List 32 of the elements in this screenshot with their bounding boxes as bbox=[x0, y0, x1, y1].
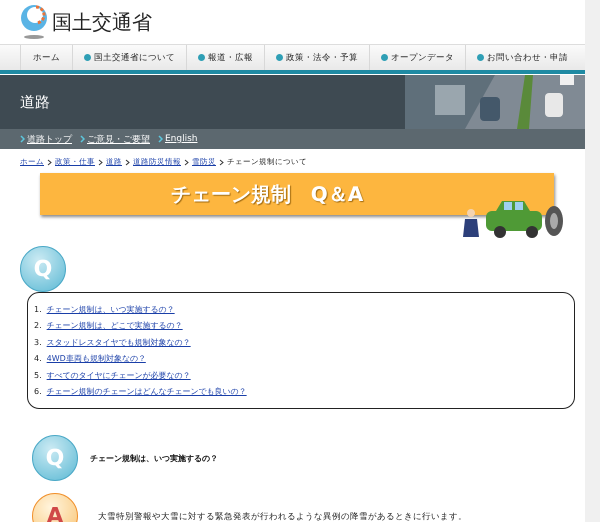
question-link[interactable]: チェーン規制は、どこで実施するの？ bbox=[46, 320, 183, 332]
separator-icon bbox=[219, 158, 224, 166]
question-link[interactable]: スタッドレスタイヤでも規制対象なの？ bbox=[46, 336, 191, 348]
list-number: 6. bbox=[34, 387, 42, 396]
chevron-icon bbox=[158, 135, 163, 143]
list-number: 1. bbox=[34, 304, 42, 314]
question-badge: Q bbox=[32, 435, 78, 481]
question-link[interactable]: チェーン規制のチェーンはどんなチェーンでも良いの？ bbox=[46, 386, 247, 398]
banner-title: チェーン規制 Q＆A bbox=[170, 180, 364, 208]
question-badge: Q bbox=[20, 246, 66, 292]
list-number: 5. bbox=[34, 370, 42, 380]
chevron-icon bbox=[80, 135, 85, 143]
separator-icon bbox=[125, 158, 130, 166]
separator-icon bbox=[184, 158, 189, 166]
answer-text: 大雪特別警報や大雪に対する緊急発表が行われるような異例の降雪があるときに行います。 bbox=[97, 511, 467, 522]
logo-icon bbox=[20, 4, 48, 40]
question-text: チェーン規制は、いつ実施するの？ bbox=[90, 452, 218, 464]
scrollbar[interactable] bbox=[585, 0, 600, 522]
list-number: 3. bbox=[34, 338, 42, 347]
section-title: 道路 bbox=[20, 92, 50, 112]
question-link[interactable]: すべてのタイヤにチェーンが必要なの？ bbox=[46, 370, 191, 381]
separator-icon bbox=[98, 158, 103, 166]
question-link[interactable]: 4WD車両も規制対象なの？ bbox=[46, 353, 146, 364]
subnav-link[interactable]: 道路トップ bbox=[27, 132, 72, 146]
chevron-icon bbox=[20, 135, 25, 143]
question-link[interactable]: チェーン規制は、いつ実施するの？ bbox=[46, 304, 175, 315]
site-name[interactable]: 国土交通省 bbox=[52, 8, 152, 36]
subnav-link[interactable]: English bbox=[165, 134, 198, 144]
separator-icon bbox=[47, 158, 52, 166]
subnav-link[interactable]: ご意見・ご要望 bbox=[87, 132, 150, 146]
list-number: 2. bbox=[34, 321, 42, 330]
list-number: 4. bbox=[34, 354, 42, 364]
